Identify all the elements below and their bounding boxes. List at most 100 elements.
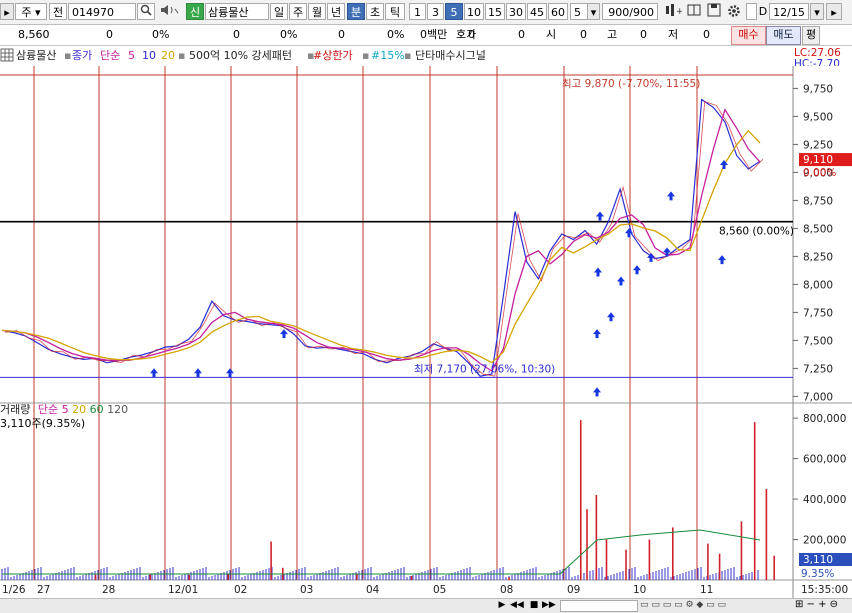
- price-change-pct: 0%: [152, 28, 170, 41]
- price-tick-label: 9,500: [803, 111, 833, 123]
- minute-60[interactable]: 60: [548, 3, 568, 20]
- date-label: 27: [37, 584, 50, 596]
- legend-pattern[interactable]: 500억 10% 강세패턴: [189, 48, 292, 64]
- bottom-bar: ▶ ◀◀ ■ ▶▶ ▭ ▭ ▭ ▭ ⚙ ◆ ▭ ▭ ⊞ − + ⊖: [0, 598, 852, 613]
- legend-ma10: 10: [142, 49, 156, 62]
- date-label: 02: [234, 584, 247, 596]
- date-checkbox[interactable]: [746, 3, 757, 20]
- tab-month[interactable]: 월: [308, 3, 326, 20]
- price-tick-label: 8,000: [803, 279, 833, 291]
- current-volume-label: 3,110: [803, 554, 833, 566]
- minute-3[interactable]: 3: [427, 3, 444, 20]
- value-1-pct: 0%: [280, 28, 298, 41]
- gear-icon[interactable]: [725, 3, 743, 20]
- volume-legend: 거래량 단순 5 20 60 120: [0, 402, 128, 418]
- legend-signal[interactable]: 단타매수시그널: [415, 48, 486, 64]
- price-tick-label: 9,750: [803, 83, 833, 95]
- legend-upper-limit[interactable]: #상한가: [313, 48, 353, 64]
- volume-legend-label[interactable]: 거래량: [0, 403, 30, 416]
- market-select[interactable]: 전: [49, 3, 67, 20]
- chevron-right-icon[interactable]: ▸: [826, 3, 842, 20]
- legend-ma5: 5: [128, 49, 135, 62]
- minute-1[interactable]: 1: [409, 3, 426, 20]
- stock-code-input[interactable]: 014970: [68, 3, 136, 20]
- price-tick-label: 7,000: [803, 391, 833, 403]
- stock-name[interactable]: 삼륭물산: [205, 3, 269, 20]
- value-1: 0: [233, 28, 240, 41]
- date-input[interactable]: 12/15: [769, 3, 809, 20]
- chart-canvas[interactable]: 최고 9,870 (-7.70%, 11:55) 최저 7,170 (27.06%…: [0, 66, 852, 612]
- count-field[interactable]: 900/900: [602, 3, 658, 20]
- legend-ma20: 20: [161, 49, 175, 62]
- tab-tick[interactable]: 틱: [385, 3, 405, 20]
- speaker-icon[interactable]: [157, 3, 183, 20]
- sell-button[interactable]: 매도: [766, 26, 801, 45]
- open-label: 시: [546, 28, 557, 41]
- date-label: 12/01: [168, 584, 198, 596]
- buy-button[interactable]: 매수: [731, 26, 766, 45]
- stock-type-value: 주: [21, 6, 32, 19]
- calendar-icon[interactable]: ▾: [810, 3, 824, 20]
- value-2-pct: 0%: [387, 28, 405, 41]
- date-label: 04: [366, 584, 380, 596]
- zoom-buttons[interactable]: ⊞ − + ⊖: [795, 599, 851, 611]
- high-value: 0: [640, 28, 647, 41]
- volume-tick-label: 600,000: [803, 454, 846, 466]
- minute-45[interactable]: 45: [527, 3, 547, 20]
- avg-button[interactable]: 평: [802, 26, 820, 45]
- minute-5[interactable]: 5: [445, 3, 463, 20]
- minute-15[interactable]: 15: [485, 3, 505, 20]
- compare-icon[interactable]: [685, 3, 703, 20]
- legend-bar: 삼륭물산 ▪ 종가 단순 5 10 20 ▪ 500억 10% 강세패턴 ▪ #…: [0, 46, 852, 70]
- low-annotation: 최저 7,170 (27.06%, 10:30): [414, 363, 555, 375]
- price-tick-label: 7,500: [803, 335, 833, 347]
- high-label: 고: [607, 28, 618, 41]
- volume-tick-label: 800,000: [803, 413, 846, 425]
- add-chart-icon[interactable]: +: [663, 3, 683, 20]
- current-pct-label: 0.00%: [803, 167, 836, 179]
- scrollbar-track[interactable]: [560, 600, 638, 612]
- zoom-controls[interactable]: ▭ ▭ ▭ ▭ ⚙ ◆ ▭ ▭: [640, 599, 790, 611]
- date-label: 09: [567, 584, 580, 596]
- legend-stock-name[interactable]: 삼륭물산: [16, 48, 56, 64]
- tab-day[interactable]: 일: [270, 3, 288, 20]
- tab-minute[interactable]: 분: [347, 3, 365, 20]
- tab-second[interactable]: 초: [366, 3, 384, 20]
- volume-tick-label: 200,000: [803, 535, 846, 547]
- trade-amount: 0백만: [420, 28, 448, 41]
- current-price: 8,560: [18, 28, 50, 41]
- stock-type-select[interactable]: 주 ▾: [15, 3, 47, 20]
- stop-icon[interactable]: ■: [528, 599, 540, 611]
- svg-text:+: +: [676, 7, 682, 17]
- grid-icon[interactable]: [0, 48, 14, 64]
- play-icon[interactable]: ▶: [496, 599, 508, 611]
- search-icon[interactable]: [137, 3, 155, 20]
- tab-year[interactable]: 년: [327, 3, 345, 20]
- price-change: 0: [106, 28, 113, 41]
- interval-value: 5: [574, 6, 581, 19]
- tab-week[interactable]: 주: [289, 3, 307, 20]
- low-value: 0: [703, 28, 710, 41]
- credit-badge: 신: [186, 3, 204, 20]
- chevron-down-icon[interactable]: ▾: [587, 3, 600, 20]
- legend-15pct[interactable]: #15%: [371, 48, 405, 64]
- date-label: 10: [633, 584, 646, 596]
- date-label: D: [758, 5, 768, 18]
- save-icon[interactable]: [705, 3, 723, 20]
- volume-ma20: 20: [72, 403, 87, 416]
- high-annotation: 최고 9,870 (-7.70%, 11:55): [562, 78, 700, 90]
- legend-close[interactable]: 종가: [72, 48, 92, 64]
- scroll-left-button[interactable]: ▸: [0, 3, 14, 20]
- date-label: 28: [102, 584, 115, 596]
- forward-icon[interactable]: ▶▶: [542, 599, 556, 611]
- price-tick-label: 8,750: [803, 195, 833, 207]
- volume-ma60: 60: [89, 403, 104, 416]
- legend-ma-label[interactable]: 단순: [100, 48, 120, 64]
- minute-30[interactable]: 30: [506, 3, 526, 20]
- volume-ma-label: 단순: [37, 403, 59, 416]
- rewind-icon[interactable]: ◀◀: [510, 599, 524, 611]
- minute-10[interactable]: 10: [464, 3, 484, 20]
- date-label: 08: [500, 584, 513, 596]
- open-value: 0: [580, 28, 587, 41]
- volume-ma5: 5: [61, 403, 69, 416]
